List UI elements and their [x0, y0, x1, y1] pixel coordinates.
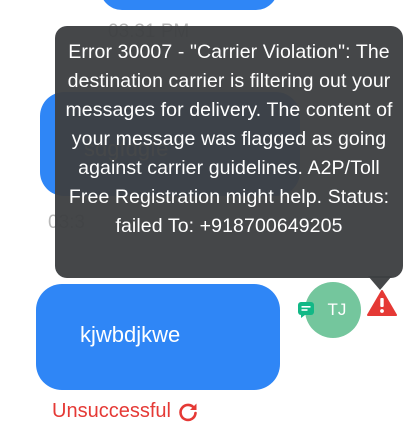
- warning-icon[interactable]: [367, 290, 397, 316]
- delivery-status: Unsuccessful: [52, 400, 199, 423]
- sms-icon: [298, 302, 314, 318]
- message-bubble-previous: [100, 0, 278, 10]
- error-tooltip-arrow: [368, 276, 392, 290]
- error-tooltip-text: Error 30007 - "Carrier Violation": The d…: [65, 41, 393, 237]
- avatar-initials: TJ: [327, 300, 347, 319]
- status-text: Unsuccessful: [52, 400, 171, 422]
- message-bubble-failed[interactable]: kjwbdjkwe: [36, 284, 280, 390]
- retry-icon[interactable]: [177, 401, 199, 423]
- error-tooltip: Error 30007 - "Carrier Violation": The d…: [55, 26, 403, 278]
- message-text: kjwbdjkwe: [80, 322, 181, 347]
